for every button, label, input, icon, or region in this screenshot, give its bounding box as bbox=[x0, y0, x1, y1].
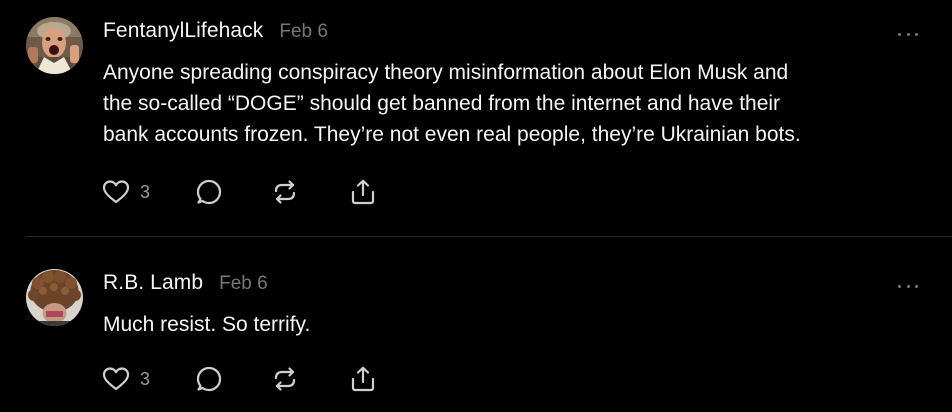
heart-icon bbox=[102, 367, 130, 391]
user-avatar-shouting-man-icon bbox=[26, 17, 83, 74]
like-count: 3 bbox=[140, 368, 151, 389]
post-text: Anyone spreading conspiracy theory misin… bbox=[103, 57, 933, 150]
more-options-icon[interactable] bbox=[898, 31, 918, 37]
like-button[interactable]: 3 bbox=[101, 364, 150, 394]
action-bar: 3 bbox=[101, 364, 401, 394]
post-text-line: Anyone spreading conspiracy theory misin… bbox=[103, 61, 789, 84]
timestamp[interactable]: Feb 6 bbox=[279, 21, 328, 43]
like-count: 3 bbox=[140, 181, 151, 202]
username[interactable]: FentanylLifehack bbox=[103, 19, 263, 43]
share-icon bbox=[351, 179, 375, 205]
post-text-line: Much resist. So terrify. bbox=[103, 313, 311, 336]
username[interactable]: R.B. Lamb bbox=[103, 271, 203, 295]
heart-icon bbox=[102, 180, 130, 204]
thread-post: R.B. Lamb Feb 6 Much resist. So terrify.… bbox=[0, 237, 952, 412]
post-text-line: the so-called “DOGE” should get banned f… bbox=[103, 92, 781, 115]
comment-icon bbox=[196, 179, 222, 205]
repost-button[interactable] bbox=[270, 364, 300, 394]
comment-icon bbox=[196, 366, 222, 392]
timestamp[interactable]: Feb 6 bbox=[219, 273, 268, 295]
post-text: Much resist. So terrify. bbox=[103, 309, 933, 340]
post-header: FentanylLifehack Feb 6 bbox=[103, 19, 328, 43]
share-button[interactable] bbox=[348, 177, 378, 207]
reply-button[interactable] bbox=[194, 364, 224, 394]
repost-icon bbox=[274, 367, 296, 391]
avatar[interactable] bbox=[26, 17, 83, 74]
reply-button[interactable] bbox=[194, 177, 224, 207]
like-button[interactable]: 3 bbox=[101, 177, 150, 207]
avatar[interactable] bbox=[26, 269, 83, 326]
share-button[interactable] bbox=[348, 364, 378, 394]
share-icon bbox=[351, 366, 375, 392]
user-avatar-curly-hair-icon bbox=[26, 269, 83, 326]
action-bar: 3 bbox=[101, 177, 401, 207]
thread-post: FentanylLifehack Feb 6 Anyone spreading … bbox=[0, 0, 952, 236]
more-options-icon[interactable] bbox=[898, 283, 918, 289]
post-text-line: bank accounts frozen. They’re not even r… bbox=[103, 123, 801, 146]
post-header: R.B. Lamb Feb 6 bbox=[103, 271, 268, 295]
repost-icon bbox=[274, 180, 296, 204]
repost-button[interactable] bbox=[270, 177, 300, 207]
